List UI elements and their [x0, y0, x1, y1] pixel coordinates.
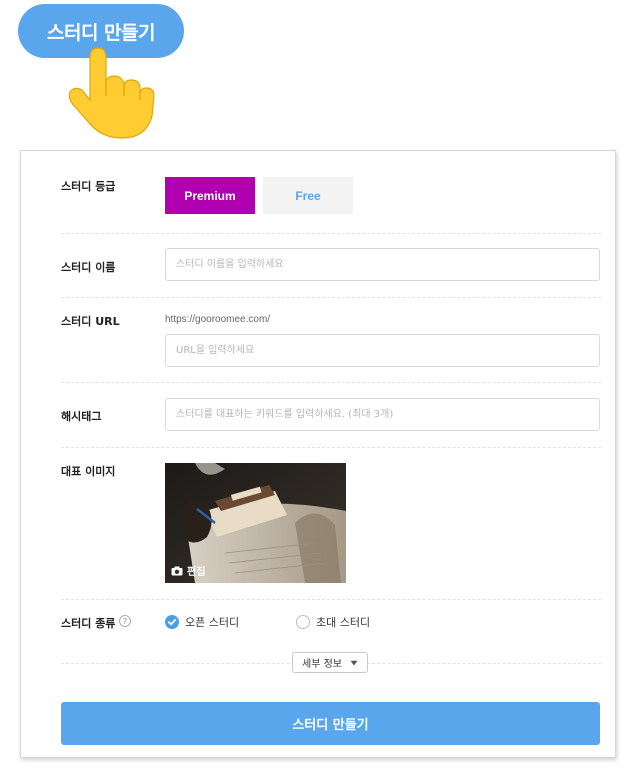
divider [61, 233, 601, 234]
check-icon [167, 618, 177, 626]
study-type-label: 스터디 종류 [61, 617, 116, 630]
hashtag-input[interactable] [165, 398, 600, 431]
submit-create-study-button[interactable]: 스터디 만들기 [61, 702, 600, 745]
url-prefix: https://gooroomee.com/ [165, 314, 271, 325]
radio-checked-icon [165, 615, 179, 629]
grade-free-button[interactable]: Free [263, 177, 353, 214]
cover-image-label: 대표 이미지 [61, 465, 116, 478]
details-toggle-button[interactable]: 세부 정보 [292, 652, 368, 673]
hashtag-label: 해시태그 [61, 410, 102, 423]
pointing-hand-icon [68, 47, 155, 139]
create-study-form: 스터디 등급 Premium Free 스터디 이름 스터디 URL https… [20, 150, 616, 758]
cover-image[interactable]: 편집 [165, 463, 346, 583]
study-name-input[interactable] [165, 248, 600, 281]
divider [61, 382, 601, 383]
divider [61, 599, 601, 600]
study-url-label: 스터디 URL [61, 315, 120, 328]
study-name-label: 스터디 이름 [61, 261, 116, 274]
grade-premium-button[interactable]: Premium [165, 177, 255, 214]
study-url-input[interactable] [165, 334, 600, 367]
create-study-pill-label: 스터디 만들기 [47, 21, 156, 44]
radio-open-study[interactable]: 오픈 스터디 [165, 614, 239, 630]
divider [61, 447, 601, 448]
edit-image-button[interactable]: 편집 [171, 563, 205, 578]
grade-label: 스터디 등급 [61, 180, 116, 193]
radio-invite-study[interactable]: 초대 스터디 [296, 614, 370, 630]
radio-unchecked-icon [296, 615, 310, 629]
caret-down-icon [350, 660, 358, 665]
edit-image-label: 편집 [187, 567, 206, 578]
details-toggle-label: 세부 정보 [302, 659, 342, 670]
submit-label: 스터디 만들기 [292, 718, 369, 733]
question-icon[interactable]: ? [119, 615, 131, 627]
divider [61, 297, 601, 298]
radio-open-study-label: 오픈 스터디 [185, 616, 240, 629]
camera-icon [171, 566, 183, 575]
radio-invite-study-label: 초대 스터디 [316, 616, 371, 629]
